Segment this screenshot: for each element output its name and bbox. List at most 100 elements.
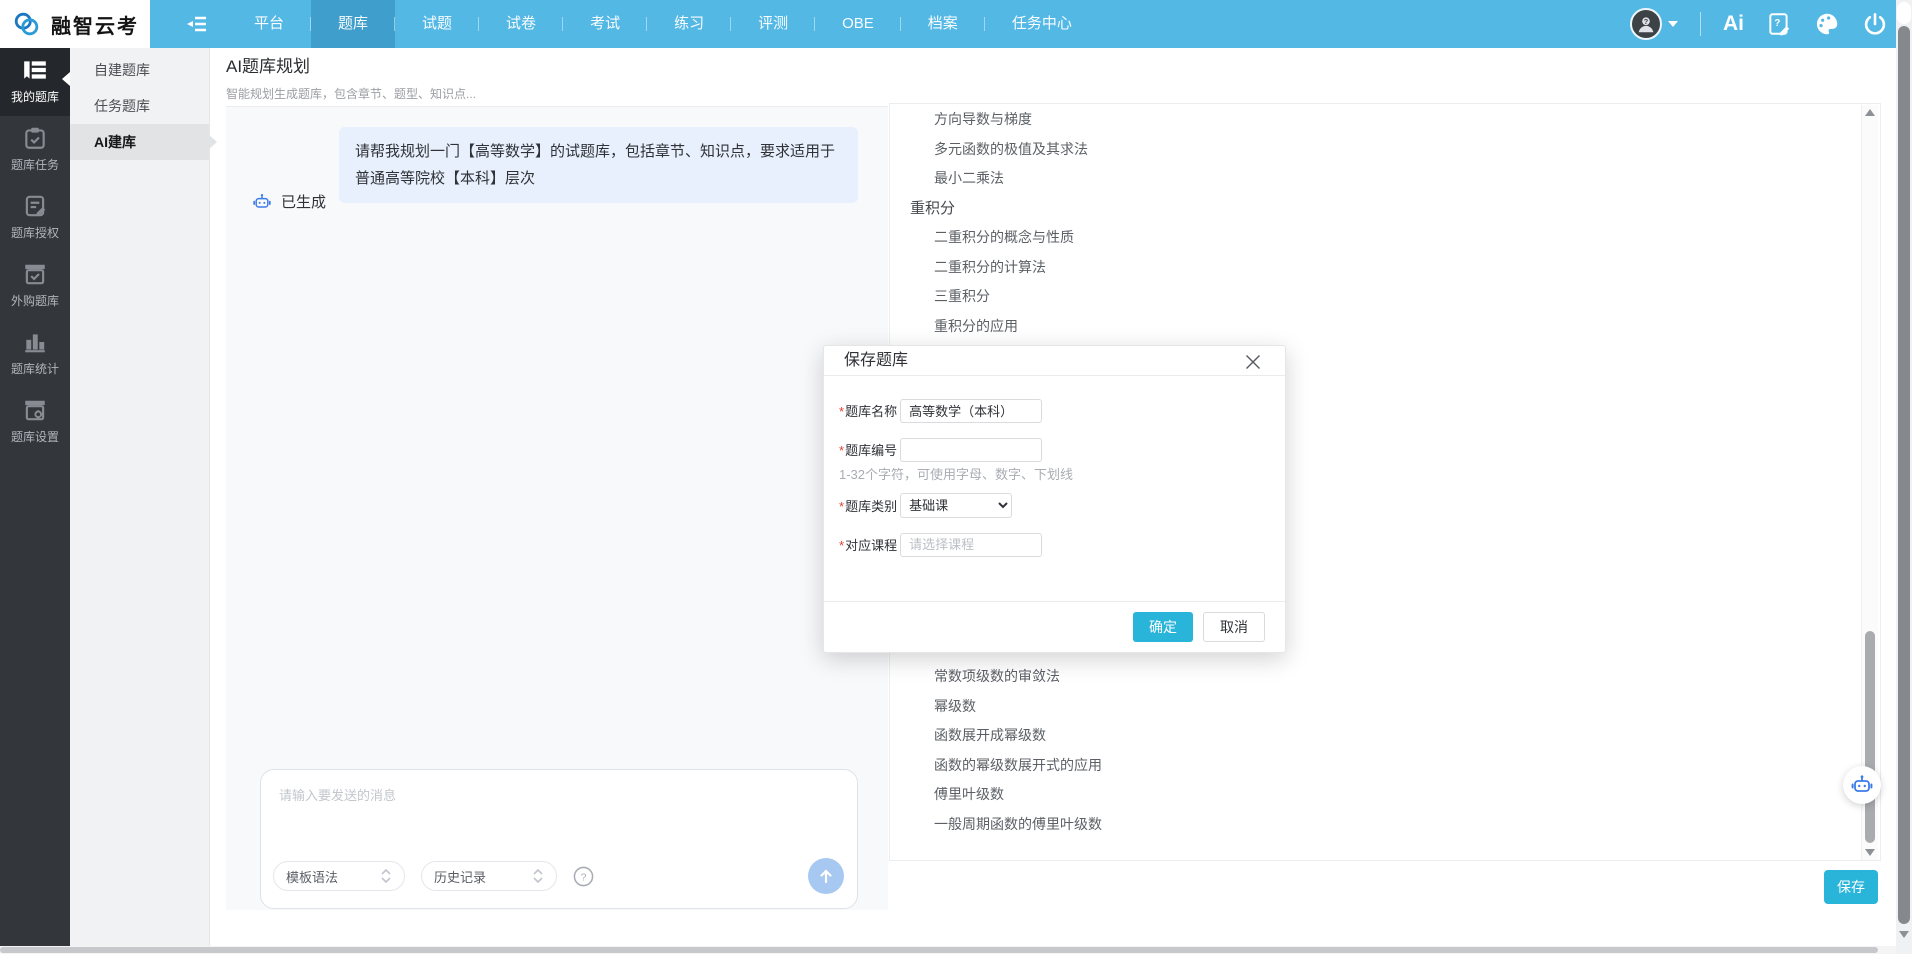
ai-assistant-icon[interactable]: Ai <box>1723 12 1744 36</box>
field-row-name: *题库名称 <box>839 398 1265 423</box>
nav-item[interactable]: 平台 <box>227 0 311 48</box>
code-field-label: *题库编号 <box>839 440 897 459</box>
theme-palette-icon[interactable] <box>1814 11 1840 37</box>
nav-item-label: 练习 <box>674 15 704 32</box>
subsidebar-item-task-banks[interactable]: 任务题库 <box>70 88 209 124</box>
sidebar-item-bank-statistics[interactable]: 题库统计 <box>0 320 70 388</box>
logout-power-icon[interactable] <box>1862 11 1888 37</box>
sidebar-item-purchased-banks[interactable]: 外购题库 <box>0 252 70 320</box>
outline-item: 二重积分的概念与性质 <box>890 223 1830 253</box>
field-row-course: *对应课程 <box>839 532 1265 557</box>
outline-item: 幂级数 <box>890 692 1830 722</box>
bank-name-input[interactable] <box>900 399 1042 423</box>
sidebar-item-my-banks[interactable]: 我的题库 <box>0 48 70 116</box>
active-notch <box>62 72 70 86</box>
user-menu[interactable]: ? <box>1630 8 1678 40</box>
outline-item: 傅里叶级数 <box>890 780 1830 810</box>
scroll-up-arrow-icon[interactable] <box>1865 109 1875 116</box>
question-bank-icon <box>22 57 48 83</box>
generation-status: 已生成 <box>252 191 326 212</box>
outline-item-text: 函数展开成幂级数 <box>934 727 1046 743</box>
course-select-input[interactable] <box>900 533 1042 557</box>
clipboard-check-icon <box>22 125 48 151</box>
outline-item: 三重积分 <box>890 282 1830 312</box>
subsidebar-item-ai-builder[interactable]: AI建库 <box>70 124 209 160</box>
sidebar-item-label: 我的题库 <box>11 88 59 105</box>
scrollbar-top-button[interactable] <box>1897 2 1911 24</box>
required-asterisk: * <box>839 443 844 458</box>
sidebar-item-bank-tasks[interactable]: 题库任务 <box>0 116 70 184</box>
app-window: 融智云考 平台 题库 试题 试卷 <box>0 0 1912 954</box>
scroll-down-arrow-icon[interactable] <box>1899 931 1909 938</box>
required-asterisk: * <box>839 538 844 553</box>
outline-item-text: 最小二乘法 <box>934 170 1004 186</box>
secondary-sidebar: 自建题库 任务题库 AI建库 <box>70 48 210 946</box>
outline-item-text: 三重积分 <box>934 288 990 304</box>
name-field-label: *题库名称 <box>839 401 897 420</box>
bar-chart-icon <box>22 329 48 355</box>
status-text: 已生成 <box>281 191 326 212</box>
outline-item-text: 二重积分的概念与性质 <box>934 229 1074 245</box>
help-icon[interactable]: ? <box>573 866 594 887</box>
svg-text:?: ? <box>1644 17 1649 26</box>
collapse-menu-icon[interactable] <box>184 12 210 36</box>
feedback-note-icon[interactable]: ? <box>1766 11 1792 37</box>
outline-item-text: 幂级数 <box>934 698 976 714</box>
bank-code-input[interactable] <box>900 438 1042 462</box>
chat-panel: 请帮我规划一门【高等数学】的试题库，包括章节、知识点，要求适用于普通高等院校【本… <box>226 106 888 910</box>
window-vertical-scrollbar[interactable] <box>1896 0 1912 954</box>
user-icon: ? <box>1635 13 1657 35</box>
history-select[interactable]: 历史记录 <box>421 861 557 891</box>
nav-item-label: 评测 <box>758 15 788 32</box>
sidebar-item-label: 题库设置 <box>11 428 59 445</box>
vertical-scrollbar-thumb[interactable] <box>1898 26 1910 924</box>
avatar[interactable]: ? <box>1630 8 1662 40</box>
outline-item: 函数展开成幂级数 <box>890 721 1830 751</box>
horizontal-scrollbar-thumb[interactable] <box>0 947 1878 953</box>
sidebar-item-label: 外购题库 <box>11 292 59 309</box>
nav-item[interactable]: OBE <box>815 0 901 48</box>
panel-scrollbar[interactable] <box>1861 105 1878 860</box>
required-asterisk: * <box>839 404 844 419</box>
robot-icon <box>252 192 272 212</box>
confirm-button[interactable]: 确定 <box>1133 612 1193 642</box>
outline-item-text: 重积分的应用 <box>934 318 1018 334</box>
outline-item-text: 常数项级数的审敛法 <box>934 668 1060 684</box>
send-button[interactable] <box>808 858 844 894</box>
robot-icon <box>1850 773 1874 797</box>
outline-list-bottom: 常数项级数的审敛法 幂级数 函数展开成幂级数 函数的幂级数展开式的应用 傅里叶级… <box>890 662 1830 839</box>
outline-item-text: 重积分 <box>910 200 955 217</box>
page-header: AI题库规划 智能规划生成题库，包含章节、题型、知识点... <box>226 52 476 102</box>
topbar: 融智云考 平台 题库 试题 试卷 <box>0 0 1912 48</box>
sidebar-item-label: 题库统计 <box>11 360 59 377</box>
bank-category-select[interactable]: 基础课 <box>900 493 1012 518</box>
app-title: 融智云考 <box>51 10 139 39</box>
field-row-category: *题库类别 基础课 <box>839 493 1265 518</box>
message-input-box[interactable]: 请输入要发送的消息 模板语法 历史记录 ? <box>260 769 858 909</box>
template-syntax-select[interactable]: 模板语法 <box>273 861 405 891</box>
subsidebar-item-self-built[interactable]: 自建题库 <box>70 52 209 88</box>
sidebar-item-label: 题库授权 <box>11 224 59 241</box>
nav-item[interactable]: 练习 <box>647 0 731 48</box>
panel-scrollbar-thumb[interactable] <box>1865 631 1875 843</box>
course-field-label: *对应课程 <box>839 535 897 554</box>
nav-item[interactable]: 试题 <box>395 0 479 48</box>
nav-item-label: OBE <box>842 15 874 32</box>
nav-item-label: 平台 <box>254 15 284 32</box>
close-icon[interactable] <box>1245 354 1261 370</box>
nav-item[interactable]: 试卷 <box>479 0 563 48</box>
nav-item[interactable]: 题库 <box>311 0 395 48</box>
ai-robot-fab[interactable] <box>1843 766 1881 804</box>
nav-item[interactable]: 任务中心 <box>985 0 1099 48</box>
nav-item[interactable]: 评测 <box>731 0 815 48</box>
save-outline-button[interactable]: 保存 <box>1824 870 1878 904</box>
scroll-down-arrow-icon[interactable] <box>1865 849 1875 856</box>
outline-item-text: 方向导数与梯度 <box>934 111 1032 127</box>
nav-item[interactable]: 档案 <box>901 0 985 48</box>
window-horizontal-scrollbar[interactable] <box>0 946 1912 954</box>
nav-item[interactable]: 考试 <box>563 0 647 48</box>
archive-gear-icon <box>22 397 48 423</box>
sidebar-item-bank-authorization[interactable]: 题库授权 <box>0 184 70 252</box>
cancel-button[interactable]: 取消 <box>1203 612 1265 642</box>
sidebar-item-bank-settings[interactable]: 题库设置 <box>0 388 70 456</box>
